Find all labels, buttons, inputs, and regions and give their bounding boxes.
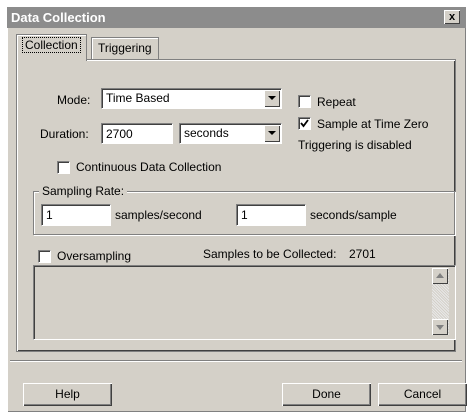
mode-select[interactable]: Time Based [101, 88, 282, 109]
samples-collected-value: 2701 [349, 247, 376, 261]
tab-collection-label: Collection [22, 37, 81, 53]
close-icon[interactable]: x [449, 11, 455, 23]
title-bar[interactable]: Data Collection x [7, 7, 466, 28]
checkmark-icon [300, 119, 309, 128]
duration-unit-select[interactable]: seconds [179, 123, 282, 144]
samples-per-second-label: samples/second [115, 208, 202, 222]
duration-label: Duration: [40, 127, 89, 141]
samples-per-second-input[interactable]: 1 [41, 204, 111, 226]
info-listbox[interactable] [33, 265, 456, 340]
continuous-collection-label: Continuous Data Collection [76, 160, 222, 174]
mode-dropdown-button[interactable] [264, 90, 280, 107]
oversampling-label: Oversampling [57, 249, 132, 263]
samples-collected-label: Samples to be Collected: [203, 247, 337, 261]
tab-triggering[interactable]: Triggering [91, 37, 159, 60]
repeat-checkbox[interactable] [298, 95, 311, 108]
sample-at-zero-label: Sample at Time Zero [317, 117, 429, 131]
arrow-down-icon [436, 325, 444, 330]
duration-input[interactable]: 2700 [101, 123, 173, 144]
chevron-down-icon [268, 131, 276, 135]
arrow-up-icon [436, 273, 444, 278]
sampling-rate-legend: Sampling Rate: [39, 184, 128, 198]
repeat-label: Repeat [317, 95, 356, 109]
help-button[interactable]: Help [23, 383, 112, 406]
duration-unit-value: seconds [184, 126, 229, 140]
seconds-per-sample-input[interactable]: 1 [236, 204, 306, 226]
scroll-down-button[interactable] [432, 319, 448, 335]
cancel-button[interactable]: Cancel [378, 383, 467, 406]
chevron-down-icon [268, 96, 276, 100]
tab-triggering-label: Triggering [98, 41, 152, 55]
seconds-per-sample-label: seconds/sample [310, 208, 397, 222]
done-button[interactable]: Done [282, 383, 371, 406]
vertical-scrollbar[interactable] [432, 268, 449, 335]
close-button[interactable]: x [444, 10, 460, 24]
tab-collection[interactable]: Collection [16, 34, 87, 61]
scroll-up-button[interactable] [432, 268, 448, 284]
continuous-collection-checkbox[interactable] [57, 161, 70, 174]
sample-at-zero-checkbox[interactable] [298, 117, 311, 130]
mode-value: Time Based [106, 91, 170, 105]
triggering-status: Triggering is disabled [298, 138, 412, 152]
duration-unit-dropdown-button[interactable] [264, 125, 280, 142]
oversampling-checkbox[interactable] [38, 250, 51, 263]
mode-label: Mode: [57, 93, 91, 107]
window-title: Data Collection [11, 10, 106, 25]
bottom-separator [10, 360, 462, 362]
